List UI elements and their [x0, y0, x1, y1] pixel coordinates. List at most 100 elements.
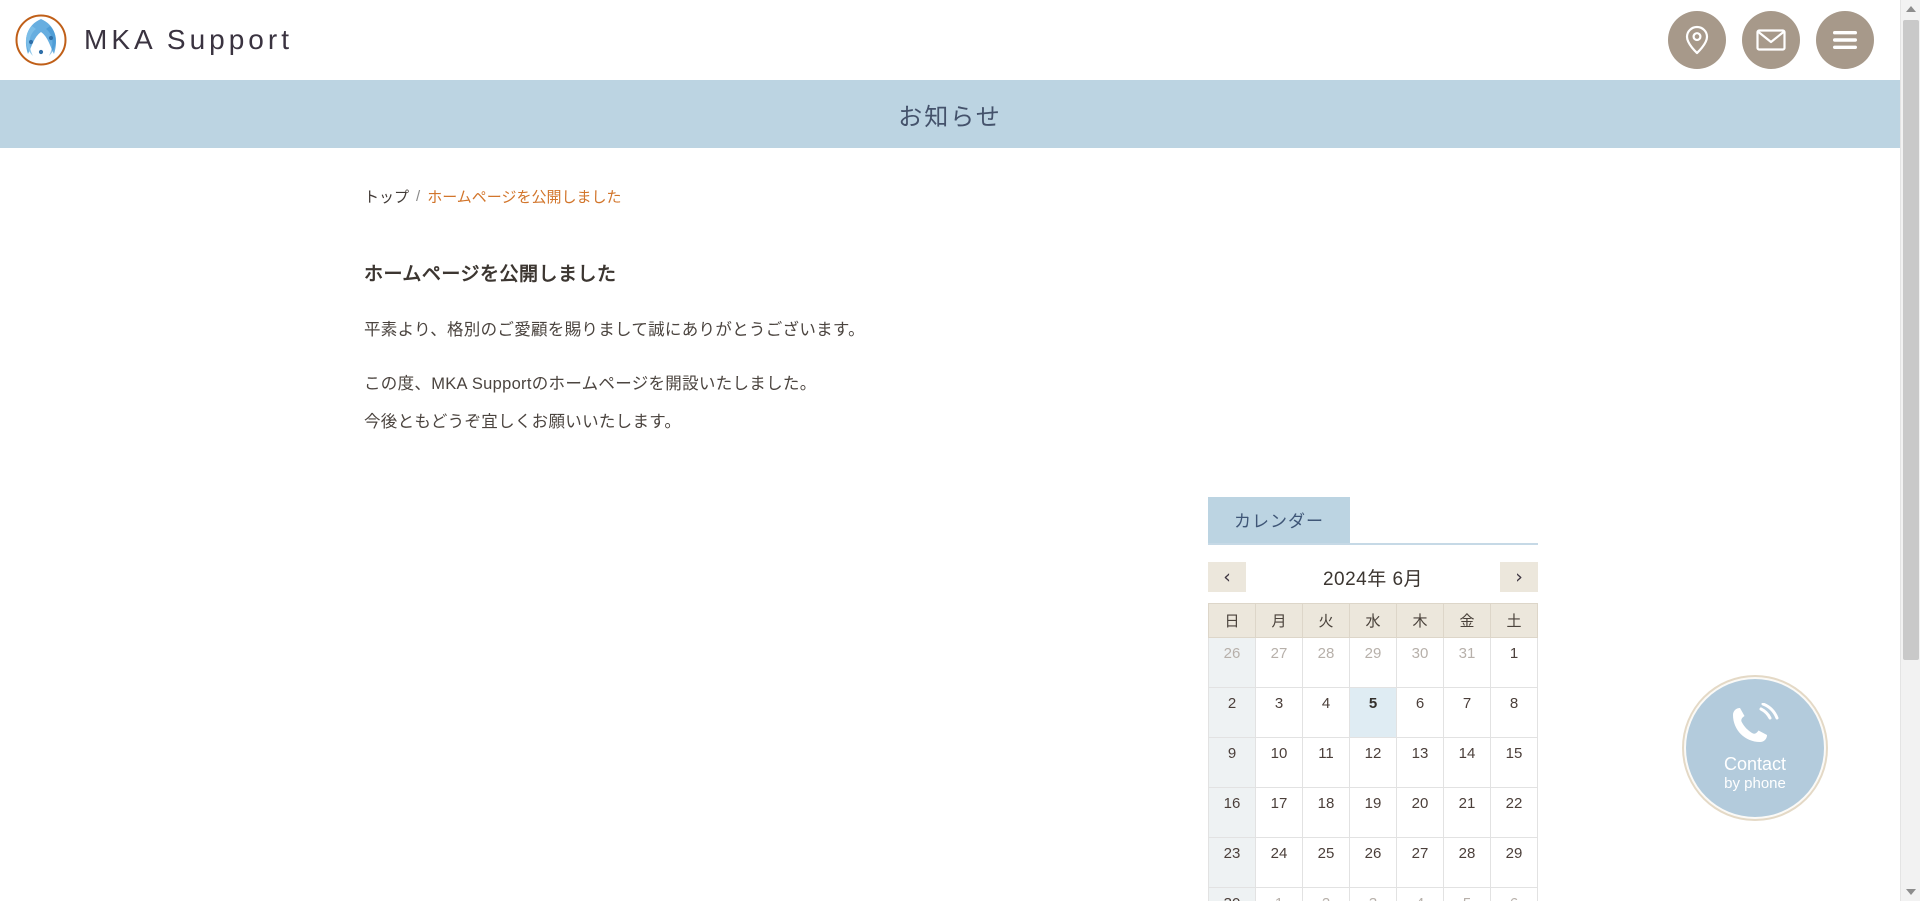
scrollbar-thumb[interactable] [1903, 20, 1919, 660]
breadcrumb-separator: / [416, 188, 421, 205]
calendar-next-month-button[interactable]: › [1500, 562, 1538, 592]
calendar-day-cell[interactable]: 12 [1349, 737, 1397, 788]
calendar-day-cell[interactable]: 5 [1349, 687, 1397, 738]
calendar-day-cell[interactable]: 6 [1396, 687, 1444, 738]
site-header: MKA Support [0, 0, 1900, 80]
calendar-day-cell[interactable]: 13 [1396, 737, 1444, 788]
brand-logo-link[interactable]: MKA Support [14, 13, 293, 67]
calendar-day-cell[interactable]: 16 [1208, 787, 1256, 838]
browser-viewport: MKA Support お知らせ トップ / ホームページを公開しました ホーム… [0, 0, 1900, 901]
calendar-day-cell[interactable]: 7 [1443, 687, 1491, 738]
calendar-week-row: 9 10 11 12 13 14 15 [1208, 737, 1538, 788]
calendar-day-cell[interactable]: 25 [1302, 837, 1350, 888]
access-map-button[interactable] [1668, 11, 1726, 69]
chevron-up-icon [1906, 6, 1916, 12]
calendar-weekday-0: 日 [1208, 603, 1256, 638]
tab-calendar[interactable]: カレンダー [1208, 497, 1350, 543]
contact-fab-line2: by phone [1724, 774, 1786, 792]
calendar-day-cell[interactable]: 24 [1255, 837, 1303, 888]
calendar-weekday-1: 月 [1255, 603, 1303, 638]
calendar-day-cell[interactable]: 30 [1396, 637, 1444, 688]
calendar-day-cell[interactable]: 6 [1490, 887, 1538, 901]
calendar-prev-month-button[interactable]: ‹ [1208, 562, 1246, 592]
calendar-day-cell[interactable]: 5 [1443, 887, 1491, 901]
calendar-day-cell[interactable]: 27 [1396, 837, 1444, 888]
breadcrumb: トップ / ホームページを公開しました [0, 148, 1900, 207]
calendar-month-label: 2024年 6月 [1322, 568, 1424, 590]
calendar-day-cell[interactable]: 3 [1349, 887, 1397, 901]
mail-envelope-icon [1756, 29, 1786, 51]
calendar-day-cell[interactable]: 15 [1490, 737, 1538, 788]
calendar-day-cell[interactable]: 10 [1255, 737, 1303, 788]
calendar-weekday-4: 木 [1396, 603, 1444, 638]
calendar-day-cell[interactable]: 18 [1302, 787, 1350, 838]
mka-circular-logo-icon [15, 14, 67, 66]
article-body: 平素より、格別のご愛顧を賜りまして誠にありがとうございます。 この度、MKA S… [364, 314, 1204, 439]
calendar-day-cell[interactable]: 2 [1208, 687, 1256, 738]
article-paragraph: この度、MKA Supportのホームページを開設いたしました。 [364, 375, 817, 394]
calendar-body: 26 27 28 29 30 31 1 2 3 4 5 6 7 8 9 10 11 12 13 14 15 16 17 18 1… [1208, 637, 1538, 901]
calendar-day-cell[interactable]: 14 [1443, 737, 1491, 788]
page-root: MKA Support お知らせ トップ / ホームページを公開しました ホーム… [0, 0, 1920, 901]
header-actions [1668, 11, 1874, 69]
page-title: お知らせ [898, 103, 1002, 131]
breadcrumb-item-home[interactable]: トップ [364, 186, 409, 207]
calendar-day-cell[interactable]: 3 [1255, 687, 1303, 738]
calendar-day-cell[interactable]: 4 [1302, 687, 1350, 738]
calendar-weekday-2: 火 [1302, 603, 1350, 638]
calendar-day-cell[interactable]: 1 [1490, 637, 1538, 688]
calendar-week-row: 2345678 [1208, 687, 1538, 738]
article-paragraph: 平素より、格別のご愛顧を賜りまして誠にありがとうございます。 [364, 321, 865, 339]
contact-fab-line1: Contact [1723, 754, 1787, 775]
calendar-weekday-header-row: 日月火水木金土 [1208, 603, 1538, 638]
calendar-day-cell[interactable]: 23 [1208, 837, 1256, 888]
calendar-day-cell[interactable]: 4 [1396, 887, 1444, 901]
calendar-day-cell[interactable]: 28 [1302, 637, 1350, 688]
calendar-table: 日月火水木金土 26 27 28 29 30 31 1 2 3 4 5 6 7 8 9 10 11 12 13 14 1… [1208, 603, 1538, 901]
calendar-day-cell[interactable]: 8 [1490, 687, 1538, 738]
calendar-day-cell[interactable]: 9 [1208, 737, 1256, 788]
article-title: ホームページを公開しました [364, 264, 617, 285]
calendar-day-cell[interactable]: 1 [1255, 887, 1303, 901]
scrollbar-down-button[interactable] [1901, 883, 1920, 901]
location-pin-icon [1685, 25, 1709, 55]
calendar-day-cell[interactable]: 26 [1208, 637, 1256, 688]
calendar-week-row: 30123456 [1208, 887, 1538, 901]
calendar-weekday-5: 金 [1443, 603, 1491, 638]
calendar-day-cell[interactable]: 29 [1349, 637, 1397, 688]
phone-ringing-icon [1728, 702, 1782, 752]
calendar-day-cell[interactable]: 11 [1302, 737, 1350, 788]
menu-button[interactable] [1816, 11, 1874, 69]
calendar-day-cell[interactable]: 27 [1255, 637, 1303, 688]
calendar-week-row: 23 24 25 26 27 28 29 [1208, 837, 1538, 888]
vertical-scrollbar[interactable] [1900, 0, 1920, 901]
article-paragraph: 今後ともどうぞ宜しくお願いいたします。 [364, 413, 682, 432]
calendar-day-cell[interactable]: 29 [1490, 837, 1538, 888]
hamburger-menu-icon [1833, 31, 1857, 49]
calendar-day-cell[interactable]: 21 [1443, 787, 1491, 838]
calendar-day-cell[interactable]: 30 [1208, 887, 1256, 901]
chevron-down-icon [1906, 889, 1916, 895]
calendar-day-cell[interactable]: 20 [1396, 787, 1444, 838]
content-area: ホームページを公開しました 平素より、格別のご愛顧を賜りまして誠にありがとうござ… [0, 207, 1900, 901]
contact-mail-button[interactable] [1742, 11, 1800, 69]
calendar-weekday-6: 土 [1490, 603, 1538, 638]
breadcrumb-item-current: ホームページを公開しました [427, 189, 622, 206]
page-title-band: お知らせ [0, 80, 1900, 148]
calendar-day-cell[interactable]: 28 [1443, 837, 1491, 888]
calendar-day-cell[interactable]: 22 [1490, 787, 1538, 838]
contact-by-phone-button[interactable]: Contact by phone [1686, 679, 1824, 817]
calendar-week-row: 16 17 18 19 20 21 22 [1208, 787, 1538, 838]
brand-name: MKA Support [84, 24, 293, 55]
calendar-navigation: ‹ 2024年 6月 › [1208, 561, 1538, 593]
news-article: ホームページを公開しました 平素より、格別のご愛顧を賜りまして誠にありがとうござ… [364, 259, 1204, 461]
widget-tab-bar: カレンダー [1208, 497, 1538, 545]
calendar-weekday-3: 水 [1349, 603, 1397, 638]
calendar-day-cell[interactable]: 2 [1302, 887, 1350, 901]
calendar-day-cell[interactable]: 19 [1349, 787, 1397, 838]
calendar-day-cell[interactable]: 26 [1349, 837, 1397, 888]
calendar-week-row: 26 27 28 29 30 31 1 [1208, 637, 1538, 688]
calendar-day-cell[interactable]: 31 [1443, 637, 1491, 688]
scrollbar-up-button[interactable] [1901, 0, 1920, 18]
calendar-day-cell[interactable]: 17 [1255, 787, 1303, 838]
